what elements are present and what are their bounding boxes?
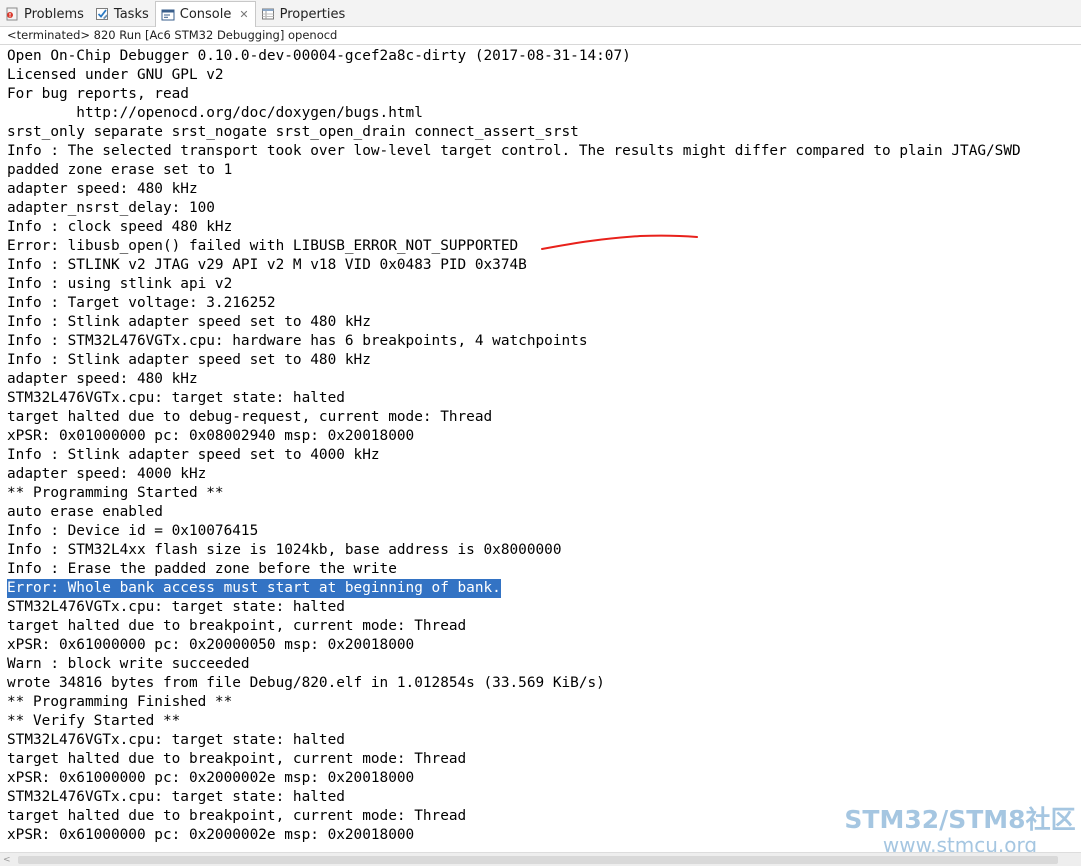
process-status: <terminated> 820 Run [Ac6 STM32 Debuggin…	[0, 27, 1081, 45]
console-line: ** Programming Started **	[7, 485, 224, 501]
console-line: adapter speed: 480 kHz	[7, 181, 198, 197]
console-line: Info : Stlink adapter speed set to 480 k…	[7, 314, 371, 330]
console-line: Info : STLINK v2 JTAG v29 API v2 M v18 V…	[7, 257, 527, 273]
console-line: STM32L476VGTx.cpu: target state: halted	[7, 732, 345, 748]
console-line: Info : STM32L476VGTx.cpu: hardware has 6…	[7, 333, 588, 349]
console-line: Warn : block write succeeded	[7, 656, 250, 672]
console-line: STM32L476VGTx.cpu: target state: halted	[7, 789, 345, 805]
console-line: Info : Device id = 0x10076415	[7, 523, 259, 539]
console-line: Info : Erase the padded zone before the …	[7, 561, 397, 577]
console-line: Info : clock speed 480 kHz	[7, 219, 233, 235]
properties-icon	[261, 7, 275, 21]
tab-console-label: Console	[179, 7, 232, 22]
console-line: auto erase enabled	[7, 504, 163, 520]
console-line: Error: libusb_open() failed with LIBUSB_…	[7, 238, 519, 254]
console-line: ** Verify Started **	[7, 713, 181, 729]
watermark-title: STM32/STM8社区	[844, 805, 1076, 834]
tasks-icon	[95, 7, 109, 21]
console-line: target halted due to breakpoint, current…	[7, 808, 467, 824]
console-line: STM32L476VGTx.cpu: target state: halted	[7, 390, 345, 406]
console-line: ** Programming Finished **	[7, 694, 233, 710]
scroll-left-icon[interactable]: <	[3, 855, 11, 865]
console-line: xPSR: 0x61000000 pc: 0x2000002e msp: 0x2…	[7, 770, 415, 786]
console-line: target halted due to breakpoint, current…	[7, 618, 467, 634]
console-icon	[161, 8, 175, 22]
console-line: Info : Stlink adapter speed set to 480 k…	[7, 352, 371, 368]
console-line: Info : The selected transport took over …	[7, 143, 1021, 159]
console-line: http://openocd.org/doc/doxygen/bugs.html	[7, 105, 423, 121]
console-line: Info : Stlink adapter speed set to 4000 …	[7, 447, 380, 463]
console-line: target halted due to breakpoint, current…	[7, 751, 467, 767]
console-line: Info : STM32L4xx flash size is 1024kb, b…	[7, 542, 562, 558]
console-line: Licensed under GNU GPL v2	[7, 67, 224, 83]
console-line: wrote 34816 bytes from file Debug/820.el…	[7, 675, 605, 691]
console-line: target halted due to debug-request, curr…	[7, 409, 493, 425]
view-tab-bar: Problems Tasks Console ✕ Properties	[0, 0, 1081, 27]
console-line: Open On-Chip Debugger 0.10.0-dev-00004-g…	[7, 48, 631, 64]
horizontal-scrollbar[interactable]: <	[0, 852, 1081, 866]
console-line: xPSR: 0x01000000 pc: 0x08002940 msp: 0x2…	[7, 428, 415, 444]
tab-problems-label: Problems	[24, 6, 84, 22]
tab-tasks[interactable]: Tasks	[90, 2, 155, 26]
problems-icon	[5, 7, 19, 21]
console-line: adapter_nsrst_delay: 100	[7, 200, 215, 216]
console-line: srst_only separate srst_nogate srst_open…	[7, 124, 579, 140]
console-line: Info : using stlink api v2	[7, 276, 233, 292]
console-line: For bug reports, read	[7, 86, 189, 102]
console-line: adapter speed: 4000 kHz	[7, 466, 207, 482]
tab-tasks-label: Tasks	[113, 6, 149, 22]
console-line: xPSR: 0x61000000 pc: 0x20000050 msp: 0x2…	[7, 637, 415, 653]
tab-problems[interactable]: Problems	[0, 2, 90, 26]
console-line: xPSR: 0x61000000 pc: 0x2000002e msp: 0x2…	[7, 827, 415, 843]
console-output[interactable]: Open On-Chip Debugger 0.10.0-dev-00004-g…	[0, 45, 1081, 852]
console-line: adapter speed: 480 kHz	[7, 371, 198, 387]
close-icon[interactable]: ✕	[239, 8, 248, 21]
scrollbar-thumb[interactable]	[18, 856, 1058, 864]
console-line: padded zone erase set to 1	[7, 162, 233, 178]
watermark: STM32/STM8社区 www.stmcu.org	[842, 805, 1078, 857]
tab-properties-label: Properties	[279, 6, 346, 22]
tab-properties[interactable]: Properties	[256, 2, 352, 26]
selected-console-line: Error: Whole bank access must start at b…	[7, 579, 501, 598]
console-line: Info : Target voltage: 3.216252	[7, 295, 276, 311]
tab-console[interactable]: Console ✕	[154, 1, 256, 27]
console-line: STM32L476VGTx.cpu: target state: halted	[7, 599, 345, 615]
console-view: Problems Tasks Console ✕ Properties <ter…	[0, 0, 1081, 866]
